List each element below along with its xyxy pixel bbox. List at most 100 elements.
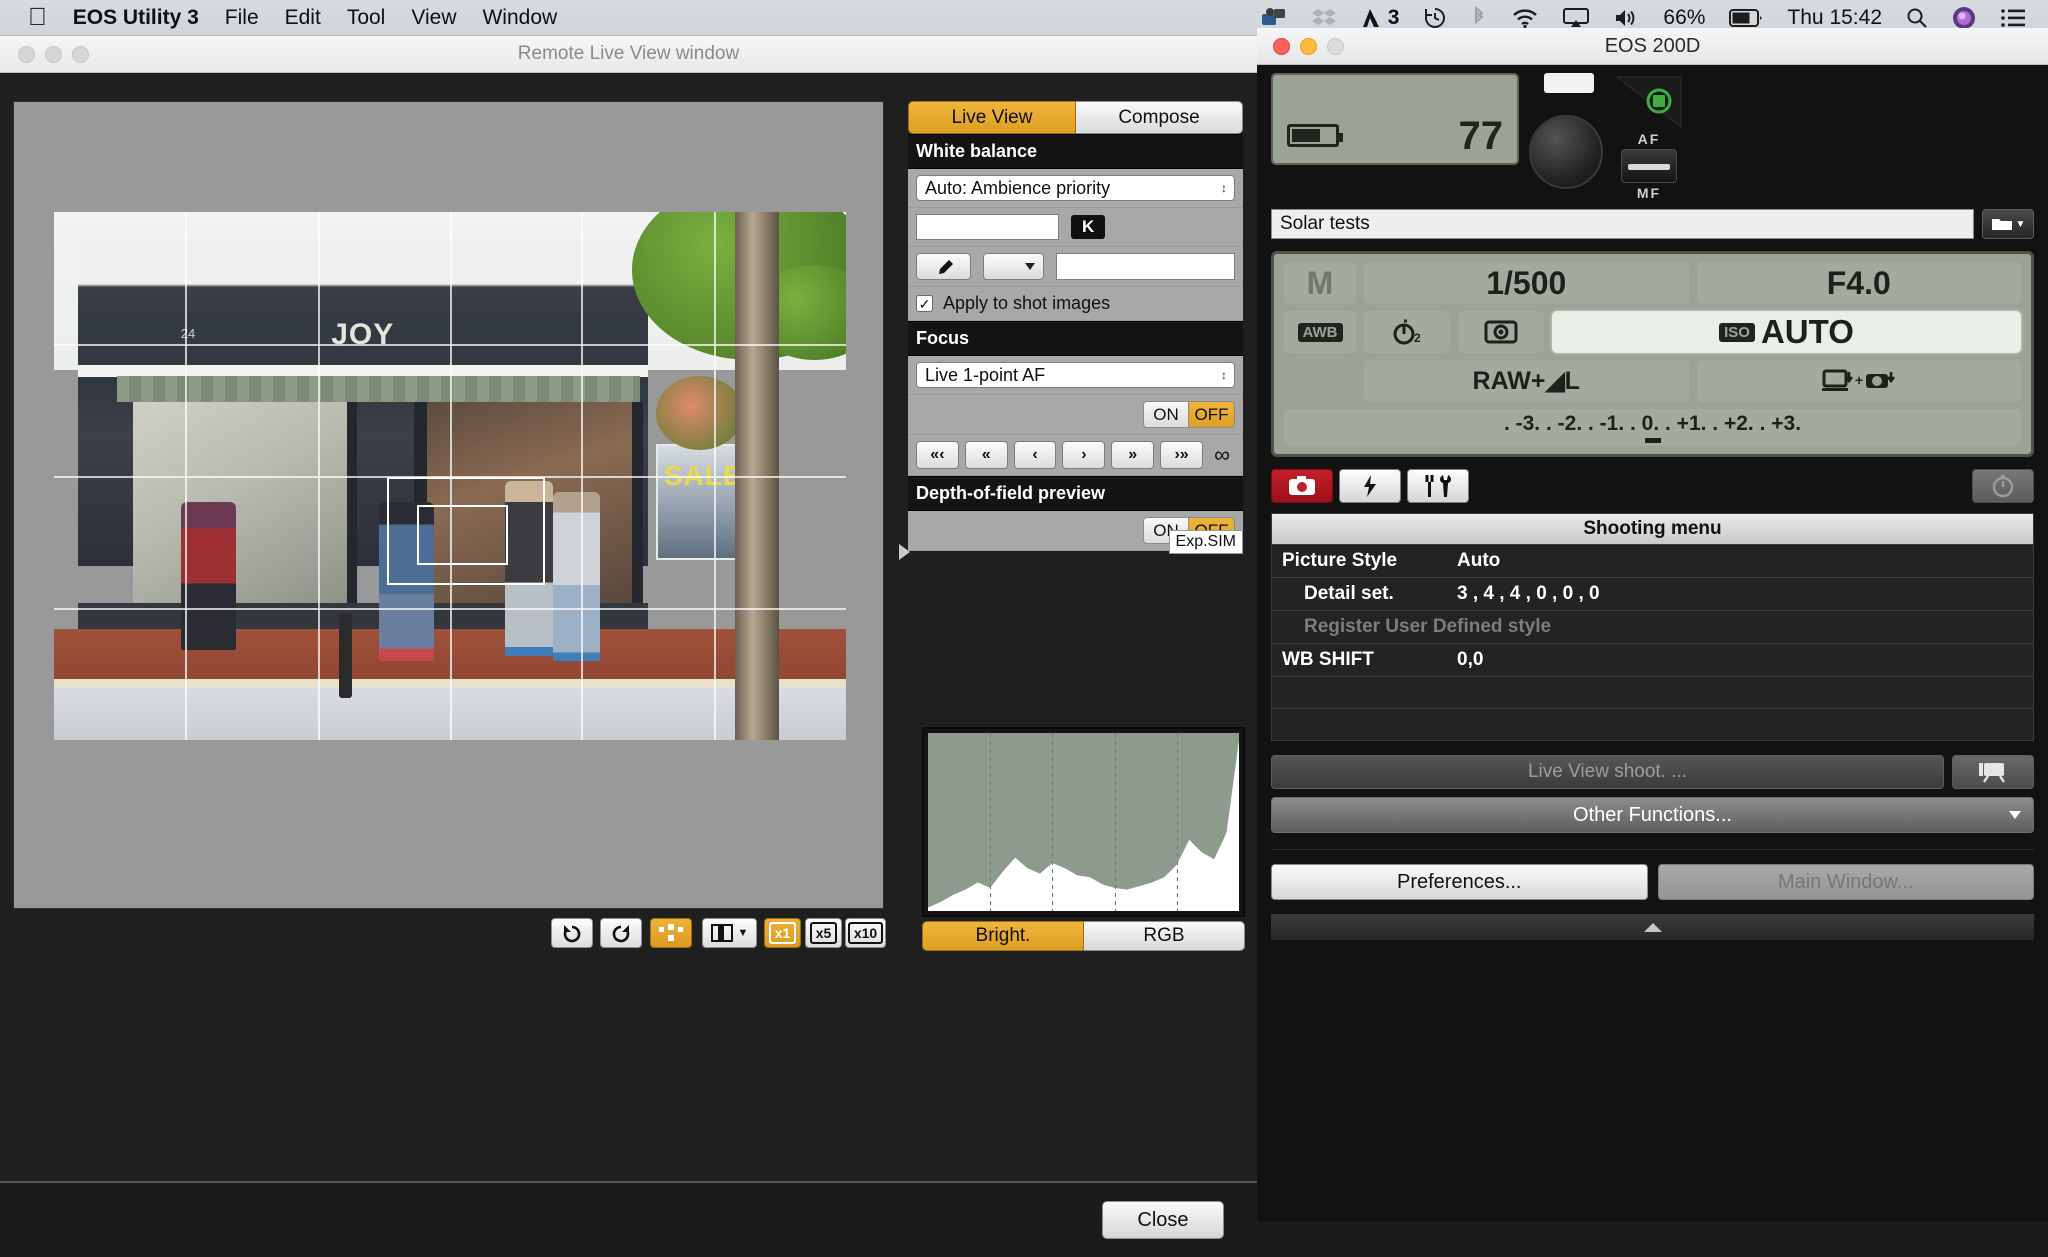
histogram-panel	[922, 727, 1245, 917]
live-view-shoot-button[interactable]: Live View shoot. ...	[1271, 755, 1944, 789]
menu-row-detail-set[interactable]: Detail set. 3 , 4 , 4 , 0 , 0 , 0	[1272, 577, 2033, 610]
apply-to-shot-images-row[interactable]: ✓ Apply to shot images	[908, 287, 1243, 321]
live-view-image[interactable]: 24 JOY SALE	[54, 212, 846, 740]
menu-app-name[interactable]: EOS Utility 3	[73, 6, 199, 30]
live-view-titlebar[interactable]: Remote Live View window	[0, 36, 1257, 73]
search-icon[interactable]	[1906, 7, 1928, 29]
dropbox-icon[interactable]	[1311, 7, 1337, 29]
af-focus-point[interactable]	[417, 505, 508, 565]
af-on-button[interactable]: ON	[1143, 401, 1189, 428]
image-mullion-3	[632, 402, 644, 603]
zoom-x10-button[interactable]: x10	[845, 918, 886, 948]
menu-window[interactable]: Window	[482, 6, 557, 30]
af-mf-switch[interactable]: AF MF	[1621, 131, 1677, 201]
tab-live-view[interactable]: Live View	[908, 101, 1076, 134]
focus-near-medium-button[interactable]: «	[964, 441, 1008, 469]
svg-text:2: 2	[1414, 331, 1421, 345]
screen-share-icon[interactable]	[1261, 7, 1287, 29]
notification-center-icon[interactable]	[2000, 7, 2026, 29]
image-person-1	[180, 502, 237, 651]
bluetooth-icon[interactable]	[1471, 5, 1487, 30]
image-quality-cell[interactable]: RAW+◢L	[1364, 360, 1689, 402]
camera-tab-setup[interactable]	[1407, 469, 1469, 503]
airplay-icon[interactable]	[1563, 7, 1590, 29]
wb-preset-select[interactable]	[983, 253, 1044, 280]
camera-window-titlebar[interactable]: EOS 200D	[1257, 28, 2048, 65]
menu-row-wb-shift[interactable]: WB SHIFT 0,0	[1272, 643, 2033, 676]
session-name-row: Solar tests ▼	[1271, 209, 2034, 239]
camera-control-window: EOS 200D 77 AF MF Solar tests ▼ M 1/500 …	[1257, 28, 2048, 1221]
preferences-button[interactable]: Preferences...	[1271, 864, 1648, 900]
folder-button[interactable]: ▼	[1982, 209, 2034, 239]
save-destination-cell[interactable]: +	[1696, 360, 2021, 402]
session-name-input[interactable]: Solar tests	[1271, 209, 1974, 239]
tab-compose[interactable]: Compose	[1076, 101, 1243, 134]
triangle-up-icon	[1643, 922, 1662, 932]
focus-near-large-button[interactable]: «‹	[916, 441, 959, 469]
siri-icon[interactable]	[1952, 6, 1976, 30]
menu-row-picture-style[interactable]: Picture Style Auto	[1272, 544, 2033, 577]
focus-far-medium-button[interactable]: »	[1111, 441, 1155, 469]
live-view-canvas[interactable]: 24 JOY SALE	[13, 101, 884, 909]
apple-logo-icon[interactable]: 	[28, 5, 47, 30]
eyedropper-button[interactable]	[916, 253, 972, 280]
white-balance-mode-select[interactable]: Auto: Ambience priority ↕	[916, 175, 1235, 201]
split-view-button[interactable]: ▼	[702, 918, 757, 948]
mode-dial-icon[interactable]	[1529, 115, 1603, 189]
menu-file[interactable]: File	[225, 6, 259, 30]
camera-panel-collapse-handle[interactable]	[1271, 914, 2034, 940]
zoom-x5-button[interactable]: x5	[805, 918, 842, 948]
rotate-right-button[interactable]	[600, 918, 642, 948]
lcd-row-quality: RAW+◢L +	[1284, 360, 2021, 402]
focus-far-large-button[interactable]: ›»	[1160, 441, 1203, 469]
flash-popup-icon[interactable]	[1544, 73, 1594, 93]
focus-near-small-button[interactable]: ‹	[1013, 441, 1057, 469]
live-view-bottom-bar: Close	[0, 1181, 1257, 1257]
menu-value: Auto	[1457, 550, 1501, 571]
drive-mode-cell[interactable]: 2	[1364, 311, 1450, 353]
camera-tab-shooting[interactable]	[1271, 469, 1333, 503]
shooting-mode-cell[interactable]: M	[1284, 262, 1356, 304]
iso-cell[interactable]: ISO AUTO	[1552, 311, 2021, 353]
camera-tab-flash[interactable]	[1339, 469, 1401, 503]
shutter-speed-cell[interactable]: 1/500	[1364, 262, 1689, 304]
camera-footer-buttons: Preferences... Main Window...	[1271, 849, 2034, 900]
wifi-icon[interactable]	[1511, 7, 1539, 29]
white-balance-cell[interactable]: AWB	[1284, 311, 1356, 353]
aperture-cell[interactable]: F4.0	[1696, 262, 2021, 304]
camera-top-lcd: 77	[1271, 73, 1519, 165]
focus-far-small-button[interactable]: ›	[1062, 441, 1106, 469]
panel-expander-triangle-icon[interactable]	[899, 544, 910, 560]
volume-icon[interactable]	[1613, 7, 1639, 29]
click-white-balance-row	[908, 247, 1243, 287]
movie-record-button[interactable]	[1952, 755, 2034, 789]
adobe-icon[interactable]: 3	[1361, 6, 1399, 30]
af-mf-toggle[interactable]	[1621, 149, 1677, 183]
histogram-tab-bright[interactable]: Bright.	[922, 921, 1084, 951]
histogram-tab-rgb[interactable]: RGB	[1084, 921, 1245, 951]
time-machine-icon[interactable]	[1423, 6, 1447, 30]
battery-icon[interactable]	[1729, 8, 1763, 28]
chevron-down-icon: ▼	[737, 927, 749, 939]
other-functions-button[interactable]: Other Functions...	[1271, 797, 2034, 833]
white-balance-kelvin-row: K	[908, 208, 1243, 247]
af-off-button[interactable]: OFF	[1189, 401, 1235, 428]
metering-mode-cell[interactable]	[1458, 311, 1544, 353]
close-button[interactable]: Close	[1102, 1201, 1224, 1239]
af-points-button[interactable]	[650, 918, 692, 948]
rotate-left-button[interactable]	[551, 918, 593, 948]
click-wb-value-input[interactable]	[1056, 253, 1235, 280]
menu-view[interactable]: View	[411, 6, 456, 30]
menu-tool[interactable]: Tool	[347, 6, 386, 30]
shots-remaining: 77	[1458, 114, 1504, 158]
kelvin-input[interactable]	[916, 214, 1059, 240]
focus-mode-select[interactable]: Live 1-point AF ↕	[916, 362, 1235, 388]
camera-rotate-icon[interactable]	[1613, 73, 1685, 131]
menu-edit[interactable]: Edit	[285, 6, 321, 30]
apply-to-shot-images-checkbox[interactable]: ✓	[916, 295, 933, 312]
menubar-status-area: 3 66% Thu 15:42	[1237, 5, 2026, 30]
live-view-window-title: Remote Live View window	[517, 43, 740, 64]
camera-tab-timer[interactable]	[1972, 469, 2034, 503]
zoom-x1-button[interactable]: x1	[764, 918, 801, 948]
menubar-clock[interactable]: Thu 15:42	[1787, 6, 1882, 30]
